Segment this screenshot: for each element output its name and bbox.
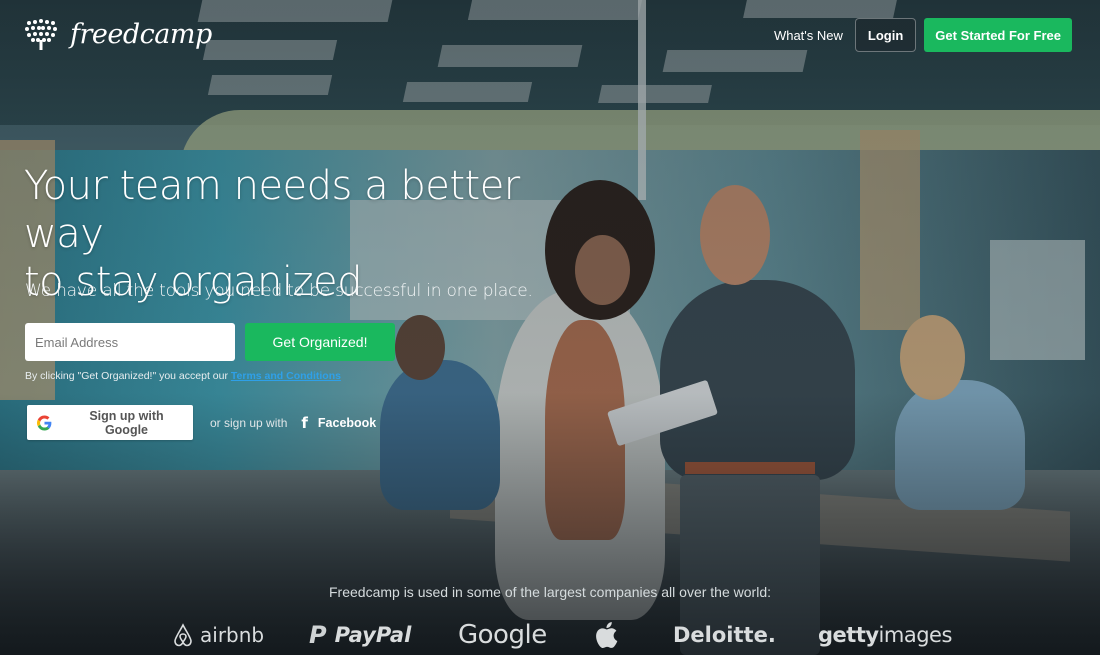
social-signup: Sign up with Google or sign up with f Fa… bbox=[27, 405, 376, 440]
google-wordmark: Google bbox=[458, 620, 547, 650]
hero-subtitle: We have all the tools you need to be suc… bbox=[25, 281, 533, 301]
tree-icon bbox=[25, 19, 57, 50]
terms-link[interactable]: Terms and Conditions bbox=[231, 370, 341, 382]
get-organized-button[interactable]: Get Organized! bbox=[245, 323, 395, 361]
getty-wordmark-light: images bbox=[878, 623, 953, 647]
facebook-signup-label: Facebook bbox=[317, 415, 377, 430]
airbnb-wordmark: airbnb bbox=[200, 623, 265, 647]
get-started-button[interactable]: Get Started For Free bbox=[924, 18, 1072, 52]
airbnb-belo-icon bbox=[174, 623, 192, 647]
deloitte-wordmark: Deloitte. bbox=[673, 623, 776, 647]
google-g-icon bbox=[37, 415, 52, 430]
paypal-logo: P PayPal bbox=[309, 618, 411, 652]
getty-images-logo: getty images bbox=[818, 618, 952, 652]
email-input[interactable] bbox=[25, 323, 235, 361]
login-button[interactable]: Login bbox=[854, 18, 917, 52]
paypal-wordmark: PayPal bbox=[334, 623, 412, 647]
top-nav: freedcamp What's New Login Get Started F… bbox=[0, 0, 1100, 70]
company-logos: airbnb P PayPal Google Deloitte. getty im… bbox=[0, 618, 1100, 652]
google-signup-label: Sign up with Google bbox=[89, 408, 164, 437]
hero-title-line-1: Your team needs a better way bbox=[24, 163, 520, 257]
header-actions: What's New Login Get Started For Free bbox=[774, 18, 1072, 52]
terms-notice: By clicking "Get Organized!" you accept … bbox=[25, 370, 341, 382]
apple-logo bbox=[594, 618, 618, 652]
brand-name: freedcamp bbox=[70, 18, 212, 50]
freedcamp-logo[interactable]: freedcamp bbox=[24, 18, 212, 50]
paypal-p-icon: P bbox=[309, 621, 327, 649]
facebook-f-icon: f bbox=[301, 413, 308, 432]
airbnb-logo: airbnb bbox=[172, 618, 264, 652]
terms-prefix: By clicking "Get Organized!" you accept … bbox=[25, 370, 231, 382]
facebook-signup-button[interactable]: f Facebook bbox=[301, 414, 376, 432]
companies-caption: Freedcamp is used in some of the largest… bbox=[329, 584, 771, 600]
or-sign-up-text: or sign up with bbox=[210, 415, 288, 430]
signup-form: Get Organized! bbox=[25, 323, 395, 361]
google-logo: Google bbox=[458, 618, 547, 652]
apple-icon bbox=[596, 622, 618, 648]
whats-new-link[interactable]: What's New bbox=[774, 28, 843, 43]
google-signup-button[interactable]: Sign up with Google bbox=[27, 405, 193, 440]
deloitte-logo: Deloitte. bbox=[673, 618, 776, 652]
getty-wordmark-bold: getty bbox=[818, 623, 879, 647]
